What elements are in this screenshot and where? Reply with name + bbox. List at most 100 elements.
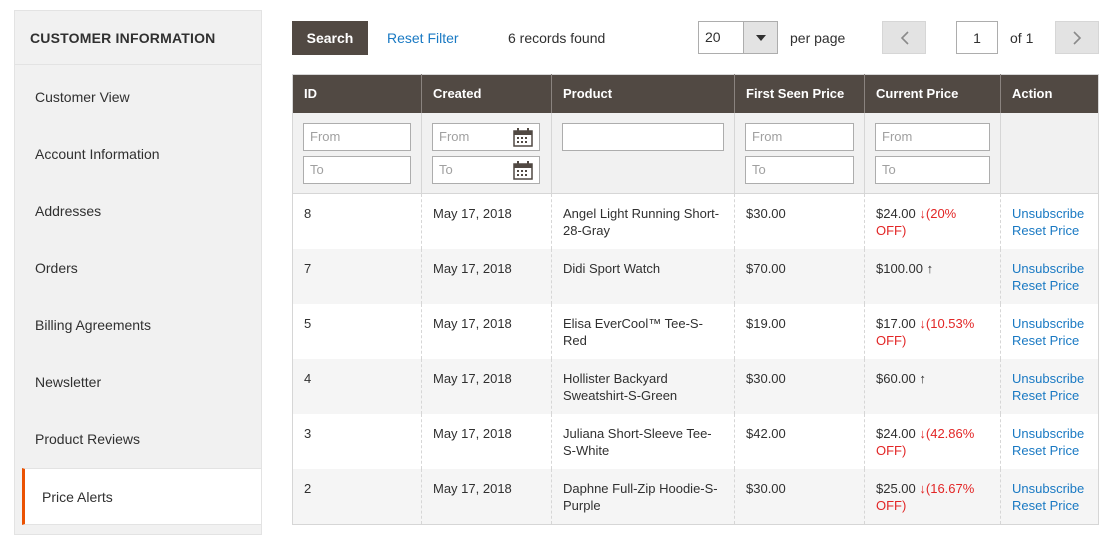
- price-alerts-grid: ID Created Product First Seen Price Curr…: [292, 74, 1099, 525]
- cell-first-price: $42.00: [734, 413, 865, 469]
- column-header-product[interactable]: Product: [551, 74, 735, 113]
- reset-price-link[interactable]: Reset Price: [1012, 442, 1088, 459]
- chevron-left-icon: [900, 30, 909, 45]
- current-price-value: $25.00: [876, 480, 916, 496]
- cell-id: 2: [292, 468, 422, 524]
- column-header-first-seen-price[interactable]: First Seen Price: [734, 74, 865, 113]
- next-page-button[interactable]: [1055, 21, 1099, 54]
- sidebar-item-account-information[interactable]: Account Information: [15, 126, 261, 183]
- reset-price-link[interactable]: Reset Price: [1012, 387, 1088, 404]
- sidebar-item-orders[interactable]: Orders: [15, 240, 261, 297]
- page-total: of 1: [1010, 30, 1034, 46]
- cell-action: Unsubscribe Reset Price: [1000, 413, 1099, 469]
- reset-price-link[interactable]: Reset Price: [1012, 277, 1088, 294]
- table-row: 3 May 17, 2018 Juliana Short-Sleeve Tee-…: [292, 413, 1099, 469]
- sidebar-item-price-alerts[interactable]: Price Alerts: [22, 468, 261, 525]
- table-row: 7 May 17, 2018 Didi Sport Watch $70.00 $…: [292, 248, 1099, 304]
- current-price-value: $100.00: [876, 260, 923, 276]
- cell-current-price: $100.00 ↑: [864, 248, 1001, 304]
- cell-product: Elisa EverCool™ Tee-S-Red: [551, 303, 735, 359]
- first-price-to-filter[interactable]: To: [745, 155, 854, 184]
- sidebar-title: CUSTOMER INFORMATION: [15, 11, 261, 65]
- sidebar-item-billing-agreements[interactable]: Billing Agreements: [15, 297, 261, 354]
- search-button[interactable]: Search: [292, 21, 368, 55]
- unsubscribe-link[interactable]: Unsubscribe: [1012, 315, 1088, 332]
- reset-price-link[interactable]: Reset Price: [1012, 332, 1088, 349]
- cell-created: May 17, 2018: [421, 358, 552, 414]
- column-header-id[interactable]: ID: [292, 74, 422, 113]
- calendar-icon[interactable]: [513, 160, 533, 180]
- cell-current-price: $60.00 ↑: [864, 358, 1001, 414]
- cell-product: Hollister Backyard Sweatshirt-S-Green: [551, 358, 735, 414]
- current-price-value: $17.00: [876, 315, 916, 331]
- reset-filter-link[interactable]: Reset Filter: [387, 21, 459, 55]
- cell-created: May 17, 2018: [421, 248, 552, 304]
- current-price-value: $24.00: [876, 205, 916, 221]
- calendar-icon[interactable]: [513, 127, 533, 147]
- table-row: 5 May 17, 2018 Elisa EverCool™ Tee-S-Red…: [292, 303, 1099, 359]
- unsubscribe-link[interactable]: Unsubscribe: [1012, 425, 1088, 442]
- cell-created: May 17, 2018: [421, 413, 552, 469]
- cell-created: May 17, 2018: [421, 468, 552, 524]
- sidebar-item-addresses[interactable]: Addresses: [15, 183, 261, 240]
- cell-product: Didi Sport Watch: [551, 248, 735, 304]
- sidebar-item-product-reviews[interactable]: Product Reviews: [15, 411, 261, 468]
- page-number-input[interactable]: [956, 21, 998, 54]
- cell-id: 3: [292, 413, 422, 469]
- sidebar-item-customer-view[interactable]: Customer View: [15, 69, 261, 126]
- current-price-value: $60.00: [876, 370, 916, 386]
- table-row: 8 May 17, 2018 Angel Light Running Short…: [292, 193, 1099, 249]
- column-header-created[interactable]: Created: [421, 74, 552, 113]
- column-header-action: Action: [1000, 74, 1099, 113]
- sidebar: CUSTOMER INFORMATION Customer View Accou…: [14, 10, 262, 535]
- cell-created: May 17, 2018: [421, 303, 552, 359]
- cell-current-price: $17.00 ↓(10.53% OFF): [864, 303, 1001, 359]
- id-to-filter[interactable]: To: [303, 155, 411, 184]
- unsubscribe-link[interactable]: Unsubscribe: [1012, 260, 1088, 277]
- cell-first-price: $70.00: [734, 248, 865, 304]
- cell-first-price: $19.00: [734, 303, 865, 359]
- per-page-value: 20: [705, 29, 721, 45]
- cell-id: 7: [292, 248, 422, 304]
- id-from-filter[interactable]: From: [303, 122, 411, 151]
- current-price-to-filter[interactable]: To: [875, 155, 990, 184]
- action-filter-cell: [1000, 112, 1099, 194]
- created-from-filter[interactable]: From: [432, 122, 540, 151]
- cell-first-price: $30.00: [734, 468, 865, 524]
- cell-id: 4: [292, 358, 422, 414]
- created-from-placeholder: From: [439, 128, 470, 144]
- cell-current-price: $25.00 ↓(16.67% OFF): [864, 468, 1001, 524]
- product-filter[interactable]: [562, 122, 724, 151]
- per-page-label: per page: [790, 30, 846, 46]
- unsubscribe-link[interactable]: Unsubscribe: [1012, 370, 1088, 387]
- unsubscribe-link[interactable]: Unsubscribe: [1012, 205, 1088, 222]
- reset-price-link[interactable]: Reset Price: [1012, 222, 1088, 239]
- cell-id: 5: [292, 303, 422, 359]
- grid-header-row: ID Created Product First Seen Price Curr…: [292, 74, 1099, 113]
- cell-product: Daphne Full-Zip Hoodie-S-Purple: [551, 468, 735, 524]
- cell-product: Angel Light Running Short-28-Gray: [551, 193, 735, 249]
- reset-price-link[interactable]: Reset Price: [1012, 497, 1088, 514]
- created-to-filter[interactable]: To: [432, 155, 540, 184]
- created-to-placeholder: To: [439, 161, 453, 177]
- per-page-select[interactable]: 20: [698, 21, 778, 54]
- cell-first-price: $30.00: [734, 193, 865, 249]
- filter-row: From To From To From To From To: [292, 112, 1099, 194]
- cell-current-price: $24.00 ↓(20% OFF): [864, 193, 1001, 249]
- first-price-from-filter[interactable]: From: [745, 122, 854, 151]
- table-row: 2 May 17, 2018 Daphne Full-Zip Hoodie-S-…: [292, 468, 1099, 524]
- arrow-up-icon: ↑: [926, 260, 934, 276]
- column-header-current-price[interactable]: Current Price: [864, 74, 1001, 113]
- chevron-right-icon: [1072, 30, 1081, 45]
- current-price-from-filter[interactable]: From: [875, 122, 990, 151]
- records-found-count: 6 records found: [508, 30, 606, 46]
- previous-page-button[interactable]: [882, 21, 926, 54]
- cell-action: Unsubscribe Reset Price: [1000, 248, 1099, 304]
- cell-action: Unsubscribe Reset Price: [1000, 358, 1099, 414]
- unsubscribe-link[interactable]: Unsubscribe: [1012, 480, 1088, 497]
- cell-current-price: $24.00 ↓(42.86% OFF): [864, 413, 1001, 469]
- arrow-up-icon: ↑: [919, 370, 926, 386]
- cell-id: 8: [292, 193, 422, 249]
- sidebar-item-newsletter[interactable]: Newsletter: [15, 354, 261, 411]
- chevron-down-icon[interactable]: [743, 22, 777, 53]
